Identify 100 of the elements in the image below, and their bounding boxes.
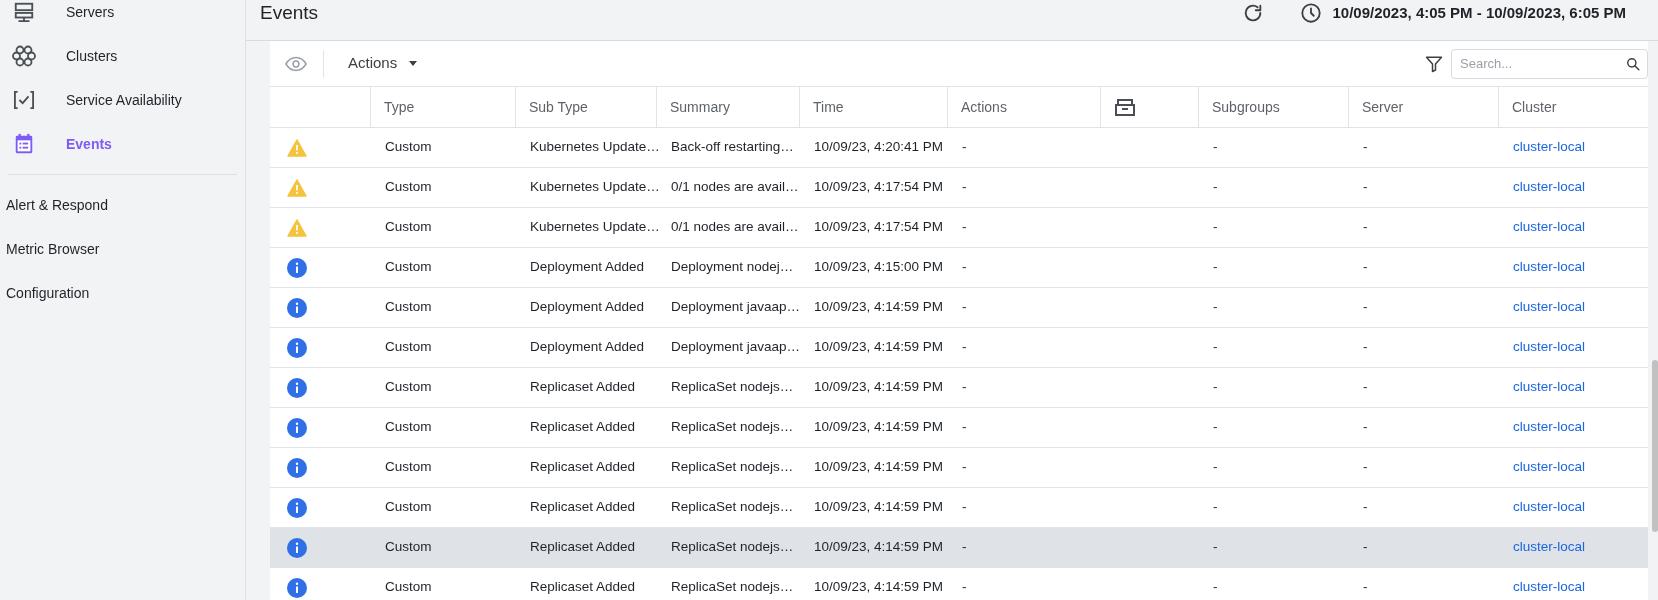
page-title: Events xyxy=(260,0,319,25)
nav-item[interactable]: Clusters xyxy=(0,34,245,78)
cluster-link[interactable]: cluster-local xyxy=(1513,217,1586,238)
table-cell-text: 10/09/23, 4:14:59 PM xyxy=(814,418,944,437)
info-icon xyxy=(287,417,307,438)
column-header[interactable]: Type xyxy=(384,96,415,118)
table-cell-text: 10/09/23, 4:14:59 PM xyxy=(814,298,944,317)
bracket-check-icon xyxy=(13,90,35,110)
table-cell-text: - xyxy=(1363,178,1368,197)
table-cell-text: - xyxy=(962,458,967,477)
table-cell-text: - xyxy=(1213,458,1218,477)
table-cell-text: ReplicaSet nodejs… xyxy=(671,458,794,477)
nav-item[interactable]: Servers xyxy=(0,0,245,34)
info-icon xyxy=(287,457,307,478)
nav-section[interactable]: Metric Browser xyxy=(0,227,245,271)
table-cell-text: - xyxy=(962,258,967,277)
cluster-link[interactable]: cluster-local xyxy=(1513,137,1586,158)
table-cell-text: - xyxy=(1213,538,1218,557)
column-header[interactable]: Sub Type xyxy=(529,96,588,118)
table-cell-text: Deployment javaap… xyxy=(671,338,801,357)
table-cell-text: Back-off restarting… xyxy=(671,138,794,157)
table-cell-text: - xyxy=(1363,378,1368,397)
table-cell-text: - xyxy=(1363,498,1368,517)
warning-icon xyxy=(287,178,307,197)
table-cell-text: Custom xyxy=(385,258,432,277)
table-cell-text: Kubernetes Update… xyxy=(530,218,660,237)
table-cell-text: Replicaset Added xyxy=(530,418,636,437)
warning-icon xyxy=(287,218,307,237)
table-cell-text: - xyxy=(1213,418,1218,437)
table-cell-text: Deployment Added xyxy=(530,258,645,277)
column-header[interactable]: Summary xyxy=(670,96,730,118)
table-cell-text: - xyxy=(962,498,967,517)
table-cell-text: Deployment Added xyxy=(530,298,645,317)
cluster-link[interactable]: cluster-local xyxy=(1513,577,1586,598)
table-cell-text: - xyxy=(1213,498,1218,517)
archive-box-icon[interactable] xyxy=(1115,98,1135,116)
cluster-link[interactable]: cluster-local xyxy=(1513,337,1586,358)
event-row[interactable]: Custom Replicaset Added ReplicaSet nodejs… 10/09/23, 4:14:59 PM - - - cluster-local xyxy=(270,528,1648,568)
cluster-link[interactable]: cluster-local xyxy=(1513,497,1586,518)
hexagon-cluster-icon xyxy=(12,45,36,67)
table-cell-text: Replicaset Added xyxy=(530,378,636,397)
cluster-link[interactable]: cluster-local xyxy=(1513,377,1586,398)
table-cell-text: Deployment Added xyxy=(530,338,645,357)
info-icon xyxy=(287,257,307,278)
table-cell-text: 10/09/23, 4:15:00 PM xyxy=(814,258,944,277)
cluster-link[interactable]: cluster-local xyxy=(1513,537,1586,558)
table-cell-text: - xyxy=(1363,218,1368,237)
table-cell-text: Custom xyxy=(385,578,432,597)
table-cell-text: - xyxy=(1213,338,1218,357)
column-header[interactable]: Cluster xyxy=(1512,96,1557,118)
table-cell-text: - xyxy=(1363,578,1368,597)
info-icon xyxy=(287,377,307,398)
info-icon xyxy=(287,577,307,598)
table-cell-text: - xyxy=(962,378,967,397)
table-cell-text: 10/09/23, 4:14:59 PM xyxy=(814,538,944,557)
table-cell-text: Custom xyxy=(385,298,432,317)
table-cell-text: 10/09/23, 4:20:41 PM xyxy=(814,138,944,157)
table-cell-text: Replicaset Added xyxy=(530,458,636,477)
table-cell-text: - xyxy=(1213,378,1218,397)
scrollbar[interactable] xyxy=(1652,360,1658,532)
table-cell-text: Deployment javaap… xyxy=(671,298,801,317)
column-header[interactable]: Server xyxy=(1362,96,1404,118)
column-header[interactable]: Actions xyxy=(961,96,1007,118)
column-header[interactable]: Time xyxy=(813,96,844,118)
table-cell-text: ReplicaSet nodejs… xyxy=(671,498,794,517)
table-cell-text: ReplicaSet nodejs… xyxy=(671,578,794,597)
table-cell-text: - xyxy=(1213,258,1218,277)
cluster-link[interactable]: cluster-local xyxy=(1513,177,1586,198)
table-cell-text: Deployment nodej… xyxy=(671,258,794,277)
cluster-link[interactable]: cluster-local xyxy=(1513,417,1586,438)
eye-icon[interactable] xyxy=(285,55,307,72)
info-icon xyxy=(287,537,307,558)
table-cell-text: - xyxy=(1213,218,1218,237)
table-cell-text: - xyxy=(1363,458,1368,477)
nav-item[interactable]: Service Availability xyxy=(0,78,245,122)
nav-section[interactable]: Alert & Respond xyxy=(0,183,245,227)
table-cell-text: - xyxy=(1363,298,1368,317)
table-cell-text: 10/09/23, 4:14:59 PM xyxy=(814,458,944,477)
table-cell-text: ReplicaSet nodejs… xyxy=(671,378,794,397)
table-cell-text: - xyxy=(962,418,967,437)
actions-dropdown[interactable]: Actions xyxy=(348,52,418,75)
table-cell-text: 0/1 nodes are avail… xyxy=(671,178,799,197)
time-range[interactable]: 10/09/2023, 4:05 PM - 10/09/2023, 6:05 PM xyxy=(1332,1,1626,25)
column-header[interactable]: Subgroups xyxy=(1212,96,1280,118)
clock-icon[interactable] xyxy=(1300,2,1323,24)
table-cell-text: 10/09/23, 4:17:54 PM xyxy=(814,218,944,237)
info-icon xyxy=(287,337,307,358)
cluster-link[interactable]: cluster-local xyxy=(1513,457,1586,478)
filter-icon[interactable] xyxy=(1425,54,1443,73)
nav-item[interactable]: Events xyxy=(0,122,245,166)
search-field[interactable]: Search... xyxy=(1451,48,1648,79)
cluster-link[interactable]: cluster-local xyxy=(1513,257,1586,278)
table-cell-text: - xyxy=(962,178,967,197)
table-cell-text: Custom xyxy=(385,218,432,237)
table-cell-text: Custom xyxy=(385,498,432,517)
cluster-link[interactable]: cluster-local xyxy=(1513,297,1586,318)
nav-section[interactable]: Configuration xyxy=(0,271,245,315)
caret-icon xyxy=(409,61,418,66)
table-cell-text: Replicaset Added xyxy=(530,498,636,517)
table-cell-text: ReplicaSet nodejs… xyxy=(671,538,794,557)
